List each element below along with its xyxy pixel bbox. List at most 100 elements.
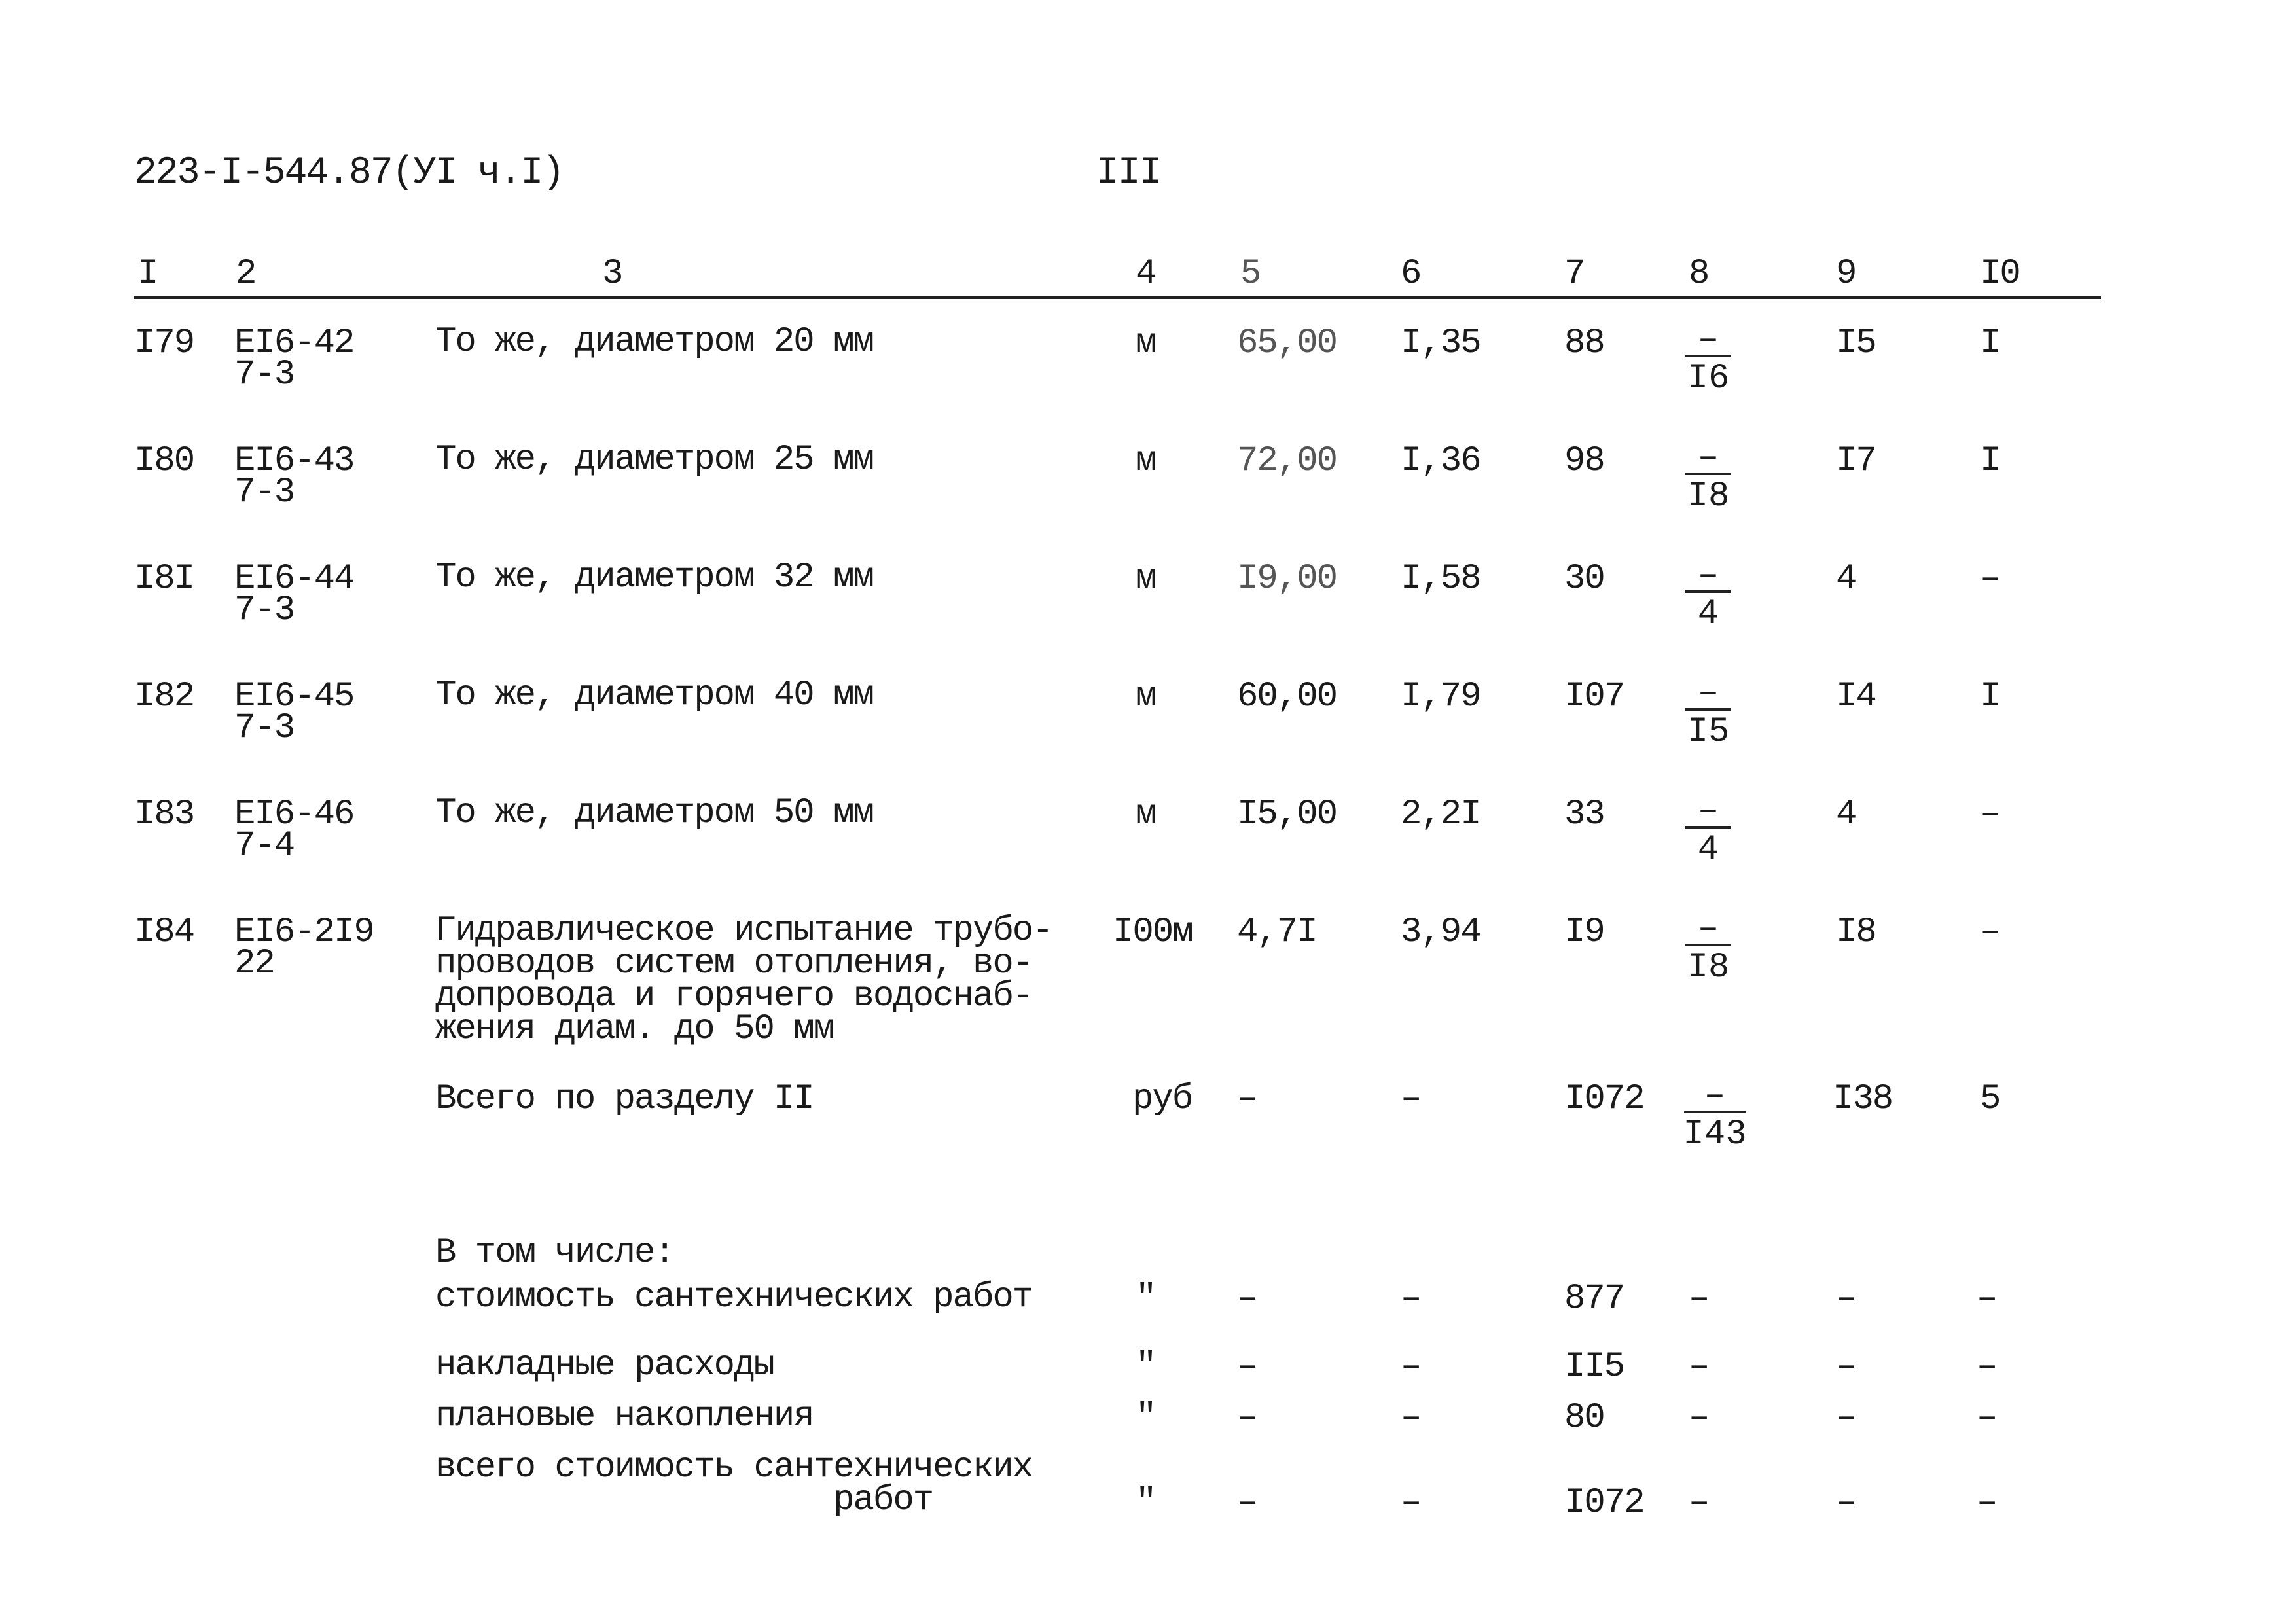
breakdown-col9: –	[1836, 1279, 1857, 1319]
row-col7: 33	[1564, 794, 1605, 834]
column-header-9: 9	[1836, 254, 1857, 294]
breakdown-col9: –	[1836, 1398, 1857, 1438]
breakdown-col9: –	[1836, 1347, 1857, 1387]
row-number: I84	[134, 912, 195, 952]
fraction-denominator: 4	[1697, 594, 1719, 634]
breakdown-col5: –	[1237, 1398, 1258, 1438]
row-col6: I,58	[1401, 559, 1482, 599]
breakdown-col10: –	[1977, 1347, 1998, 1387]
row-number: I8I	[134, 559, 195, 599]
total-unit: руб	[1132, 1079, 1193, 1119]
breakdown-unit: "	[1136, 1398, 1157, 1438]
total-col7: I072	[1564, 1079, 1645, 1119]
page-number: III	[1096, 152, 1162, 194]
row-col6: I,79	[1401, 677, 1482, 717]
breakdown-col8: –	[1689, 1279, 1710, 1319]
row-unit: м	[1136, 441, 1157, 481]
fraction-numerator: –	[1697, 320, 1719, 360]
row-quantity: 4,7I	[1237, 912, 1318, 952]
row-quantity: 72,00	[1237, 441, 1338, 481]
row-col9: I4	[1836, 677, 1877, 717]
column-header-5: 5	[1240, 254, 1261, 294]
fraction-denominator: 4	[1697, 830, 1719, 870]
row-col6: 3,94	[1401, 912, 1482, 952]
column-header-3: 3	[602, 254, 623, 294]
breakdown-col7: I072	[1564, 1483, 1645, 1523]
fraction-denominator: I8	[1687, 948, 1730, 988]
col8-fraction: – I8	[1682, 912, 1734, 988]
breakdown-col10: –	[1977, 1398, 1998, 1438]
total-col8-fraction: – I43	[1682, 1076, 1748, 1154]
document-code: 223-I-544.87(УI ч.I)	[134, 152, 565, 194]
norm-subcode: 7-4	[234, 826, 295, 866]
fraction-numerator: –	[1697, 556, 1719, 596]
row-unit: м	[1136, 677, 1157, 717]
breakdown-col6: –	[1401, 1279, 1422, 1319]
breakdown-col8: –	[1689, 1483, 1710, 1523]
norm-subcode: 7-3	[234, 590, 295, 630]
column-header-8: 8	[1689, 254, 1710, 294]
row-col10: I	[1980, 323, 2001, 363]
column-header-2: 2	[236, 254, 257, 294]
total-col5: –	[1237, 1079, 1258, 1119]
row-number: I79	[134, 323, 195, 363]
row-quantity: I5,00	[1237, 794, 1338, 834]
row-col10: I	[1980, 677, 2001, 717]
breakdown-col8: –	[1689, 1347, 1710, 1387]
row-col9: I8	[1836, 912, 1877, 952]
breakdown-col7: II5	[1564, 1347, 1625, 1387]
fraction-numerator: –	[1697, 673, 1719, 713]
row-col10: –	[1980, 912, 2001, 952]
row-unit: м	[1136, 794, 1157, 834]
breakdown-unit: "	[1136, 1279, 1157, 1319]
row-description: Гидравлическое испытание трубо- проводов…	[435, 911, 1054, 1049]
breakdown-col7: 877	[1564, 1279, 1625, 1319]
breakdown-col6: –	[1401, 1398, 1422, 1438]
row-unit: I00м	[1113, 912, 1194, 952]
row-col10: –	[1980, 559, 2001, 599]
column-header-4: 4	[1136, 254, 1157, 294]
col8-fraction: –4	[1682, 791, 1734, 870]
row-description: То же, диаметром 32 мм	[435, 558, 874, 597]
total-col6: –	[1401, 1079, 1422, 1119]
row-col7: 30	[1564, 559, 1605, 599]
norm-subcode: 22	[234, 944, 276, 984]
column-header-1: I	[137, 254, 158, 294]
row-description: То же, диаметром 20 мм	[435, 322, 874, 362]
breakdown-description: всего стоимость сантехнических работ	[435, 1448, 1033, 1520]
column-header-7: 7	[1564, 254, 1585, 294]
breakdown-col5: –	[1237, 1279, 1258, 1319]
row-col9: I5	[1836, 323, 1877, 363]
breakdown-col9: –	[1836, 1483, 1857, 1523]
row-unit: м	[1136, 559, 1157, 599]
fraction-denominator: I5	[1687, 712, 1730, 752]
row-col9: I7	[1836, 441, 1877, 481]
row-quantity: 60,00	[1237, 677, 1338, 717]
row-number: I80	[134, 441, 195, 481]
norm-subcode: 7-3	[234, 708, 295, 748]
row-number: I83	[134, 794, 195, 834]
fraction-numerator: –	[1704, 1076, 1726, 1116]
total-col10: 5	[1980, 1079, 2001, 1119]
fraction-denominator: I8	[1687, 476, 1730, 516]
row-col6: I,35	[1401, 323, 1482, 363]
row-number: I82	[134, 677, 195, 717]
row-col7: I9	[1564, 912, 1605, 952]
row-col7: 98	[1564, 441, 1605, 481]
breakdown-col5: –	[1237, 1483, 1258, 1523]
col8-fraction: – I8	[1682, 440, 1734, 516]
row-col7: 88	[1564, 323, 1605, 363]
breakdown-description: плановые накопления	[435, 1397, 815, 1436]
row-col6: I,36	[1401, 441, 1482, 481]
row-description: То же, диаметром 40 мм	[435, 675, 874, 715]
row-description: То же, диаметром 50 мм	[435, 793, 874, 833]
row-col9: 4	[1836, 559, 1857, 599]
total-label: Всего по разделу II	[435, 1079, 815, 1119]
fraction-numerator: –	[1697, 791, 1719, 831]
row-col9: 4	[1836, 794, 1857, 834]
col8-fraction: – I6	[1682, 320, 1734, 397]
breakdown-description: стоимость сантехнических работ	[435, 1277, 1033, 1317]
breakdown-col6: –	[1401, 1483, 1422, 1523]
fraction-denominator: I43	[1683, 1115, 1747, 1154]
row-col10: –	[1980, 794, 2001, 834]
